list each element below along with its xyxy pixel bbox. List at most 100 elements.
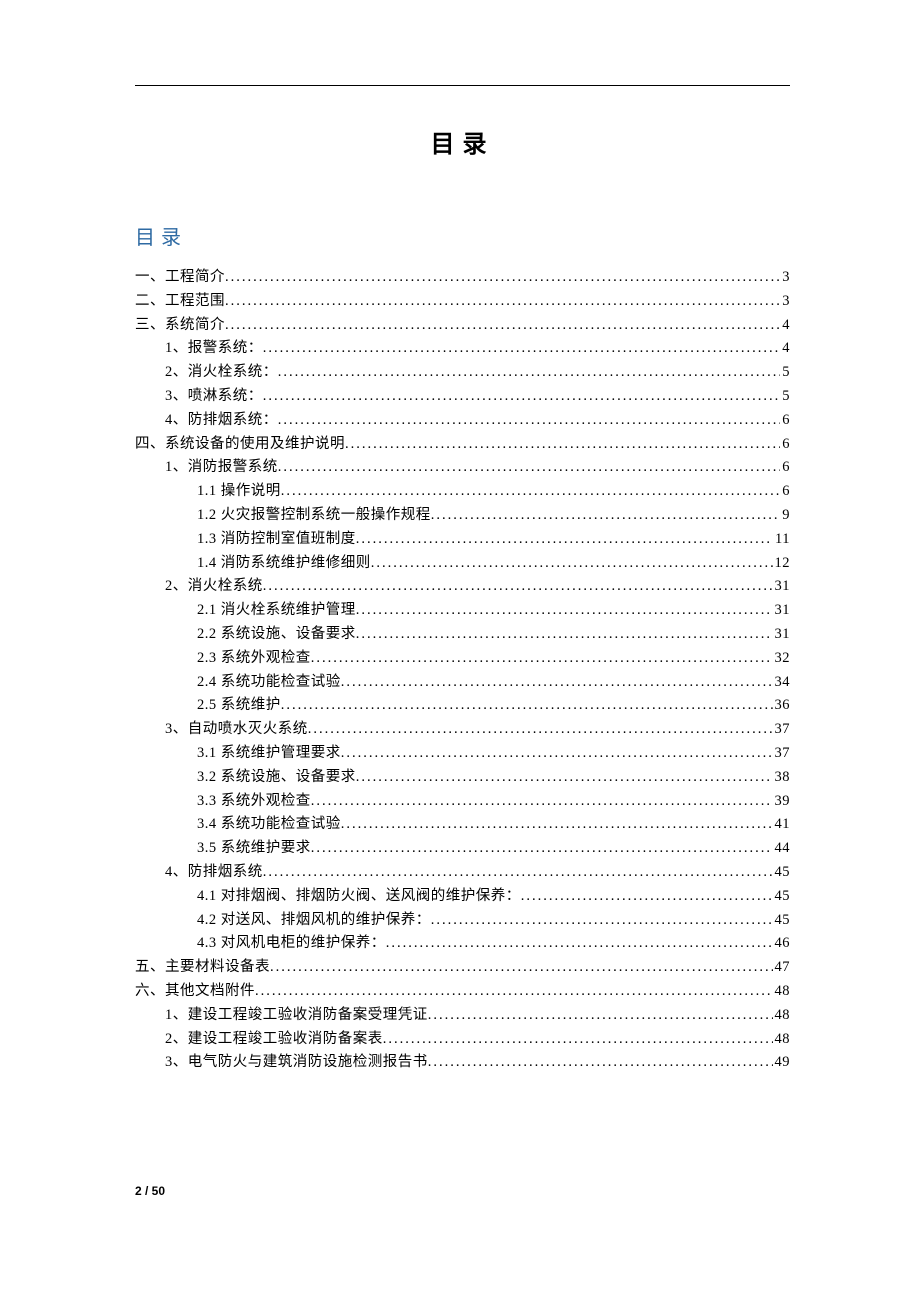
toc-entry[interactable]: 3.1 系统维护管理要求 37 — [135, 746, 790, 761]
toc-entry-page: 6 — [780, 437, 790, 452]
toc-leader-dots — [521, 889, 773, 904]
toc-entry[interactable]: 1.2 火灾报警控制系统一般操作规程9 — [135, 508, 790, 523]
toc-entry-page: 32 — [773, 651, 791, 666]
toc-entry[interactable]: 3.2 系统设施、设备要求 38 — [135, 770, 790, 785]
toc-entry[interactable]: 2、消火栓系统： 5 — [135, 365, 790, 380]
toc-entry[interactable]: 1.4 消防系统维护维修细则 12 — [135, 556, 790, 571]
toc-entry-label: 1.1 操作说明 — [197, 484, 281, 499]
toc-entry[interactable]: 2.3 系统外观检查 32 — [135, 651, 790, 666]
top-horizontal-rule — [135, 85, 790, 86]
toc-entry-page: 6 — [780, 413, 790, 428]
toc-entry-label: 3.5 系统维护要求 — [197, 841, 311, 856]
toc-entry[interactable]: 4、防排烟系统45 — [135, 865, 790, 880]
toc-entry-label: 1.4 消防系统维护维修细则 — [197, 556, 371, 571]
toc-entry[interactable]: 3、喷淋系统： 5 — [135, 389, 790, 404]
toc-entry-page: 48 — [773, 984, 791, 999]
toc-leader-dots — [341, 817, 773, 832]
toc-entry-label: 3、喷淋系统： — [165, 389, 263, 404]
toc-entry-page: 48 — [773, 1008, 791, 1023]
toc-entry[interactable]: 2.1 消火栓系统维护管理31 — [135, 603, 790, 618]
toc-leader-dots — [311, 794, 773, 809]
toc-entry-page: 3 — [780, 294, 790, 309]
toc-entry-label: 1、消防报警系统 — [165, 460, 278, 475]
toc-entry-label: 1.3 消防控制室值班制度 — [197, 532, 356, 547]
toc-leader-dots — [278, 460, 781, 475]
toc-entry-page: 5 — [780, 365, 790, 380]
toc-entry[interactable]: 二、工程范围 3 — [135, 294, 790, 309]
toc-entry-label: 3、电气防火与建筑消防设施检测报告书 — [165, 1055, 428, 1070]
toc-leader-dots — [281, 484, 781, 499]
toc-entry-label: 3.4 系统功能检查试验 — [197, 817, 341, 832]
toc-leader-dots — [431, 913, 773, 928]
toc-entry[interactable]: 2.5 系统维护36 — [135, 698, 790, 713]
toc-entry-page: 39 — [773, 794, 791, 809]
toc-entry-label: 4.1 对排烟阀、排烟防火阀、送风阀的维护保养： — [197, 889, 521, 904]
toc-entry[interactable]: 4.2 对送风、排烟风机的维护保养：45 — [135, 913, 790, 928]
toc-entry[interactable]: 1、报警系统： 4 — [135, 341, 790, 356]
toc-leader-dots — [356, 603, 773, 618]
toc-leader-dots — [428, 1055, 773, 1070]
toc-entry[interactable]: 3、电气防火与建筑消防设施检测报告书 49 — [135, 1055, 790, 1070]
toc-entry[interactable]: 4、防排烟系统： 6 — [135, 413, 790, 428]
toc-leader-dots — [263, 579, 773, 594]
toc-entry-page: 31 — [773, 627, 791, 642]
toc-entry[interactable]: 4.3 对风机电柜的维护保养：46 — [135, 936, 790, 951]
toc-leader-dots — [356, 532, 773, 547]
toc-leader-dots — [278, 413, 781, 428]
toc-entry-label: 一、工程简介 — [135, 270, 225, 285]
toc-entry-page: 47 — [773, 960, 791, 975]
toc-entry-page: 37 — [773, 746, 791, 761]
toc-leader-dots — [341, 746, 773, 761]
toc-entry[interactable]: 3.5 系统维护要求 44 — [135, 841, 790, 856]
toc-entry-label: 1、建设工程竣工验收消防备案受理凭证 — [165, 1008, 428, 1023]
toc-entry-page: 45 — [773, 865, 791, 880]
toc-entry[interactable]: 2、消火栓系统31 — [135, 579, 790, 594]
toc-entry-page: 5 — [780, 389, 790, 404]
toc-entry-page: 4 — [780, 341, 790, 356]
toc-entry[interactable]: 五、主要材料设备表47 — [135, 960, 790, 975]
toc-entry-page: 46 — [773, 936, 791, 951]
toc-entry-label: 二、工程范围 — [135, 294, 225, 309]
toc-entry[interactable]: 3.3 系统外观检查39 — [135, 794, 790, 809]
toc-entry-page: 44 — [773, 841, 791, 856]
toc-leader-dots — [263, 389, 781, 404]
toc-entry[interactable]: 2.2 系统设施、设备要求31 — [135, 627, 790, 642]
toc-entry-page: 9 — [780, 508, 790, 523]
toc-entry-label: 3.2 系统设施、设备要求 — [197, 770, 356, 785]
toc-entry[interactable]: 3、自动喷水灭火系统37 — [135, 722, 790, 737]
toc-leader-dots — [356, 770, 773, 785]
toc-entry-label: 2.3 系统外观检查 — [197, 651, 311, 666]
toc-entry[interactable]: 1、消防报警系统6 — [135, 460, 790, 475]
toc-entry[interactable]: 2、建设工程竣工验收消防备案表48 — [135, 1032, 790, 1047]
toc-leader-dots — [341, 675, 773, 690]
toc-entry-label: 六、其他文档附件 — [135, 984, 255, 999]
toc-entry[interactable]: 1.3 消防控制室值班制度11 — [135, 532, 790, 547]
toc-leader-dots — [428, 1008, 773, 1023]
toc-entry[interactable]: 1、建设工程竣工验收消防备案受理凭证 48 — [135, 1008, 790, 1023]
toc-entry[interactable]: 4.1 对排烟阀、排烟防火阀、送风阀的维护保养：45 — [135, 889, 790, 904]
toc-entry-page: 4 — [780, 318, 790, 333]
toc-entry-page: 41 — [773, 817, 791, 832]
toc-entry-label: 4、防排烟系统： — [165, 413, 278, 428]
toc-entry-page: 31 — [773, 579, 791, 594]
toc-entry-page: 36 — [773, 698, 791, 713]
toc-entry[interactable]: 3.4 系统功能检查试验 41 — [135, 817, 790, 832]
toc-entry[interactable]: 三、系统简介4 — [135, 318, 790, 333]
toc-entry-page: 12 — [773, 556, 791, 571]
toc-entry-label: 1、报警系统： — [165, 341, 263, 356]
toc-entry-page: 38 — [773, 770, 791, 785]
toc-entry[interactable]: 四、系统设备的使用及维护说明6 — [135, 437, 790, 452]
toc-leader-dots — [278, 365, 781, 380]
toc-entry-page: 45 — [773, 913, 791, 928]
page-number-footer: 2 / 50 — [135, 1184, 165, 1198]
toc-leader-dots — [255, 984, 773, 999]
toc-entry-label: 2、消火栓系统： — [165, 365, 278, 380]
toc-entry[interactable]: 1.1 操作说明6 — [135, 484, 790, 499]
toc-entry-label: 3.1 系统维护管理要求 — [197, 746, 341, 761]
toc-entry[interactable]: 六、其他文档附件 48 — [135, 984, 790, 999]
toc-entry[interactable]: 2.4 系统功能检查试验34 — [135, 675, 790, 690]
toc-leader-dots — [225, 318, 780, 333]
document-page: 目录 目录 一、工程简介3二、工程范围3三、系统简介41、报警系统：42、消火栓… — [0, 0, 920, 1070]
toc-entry-page: 49 — [773, 1055, 791, 1070]
toc-entry[interactable]: 一、工程简介3 — [135, 270, 790, 285]
